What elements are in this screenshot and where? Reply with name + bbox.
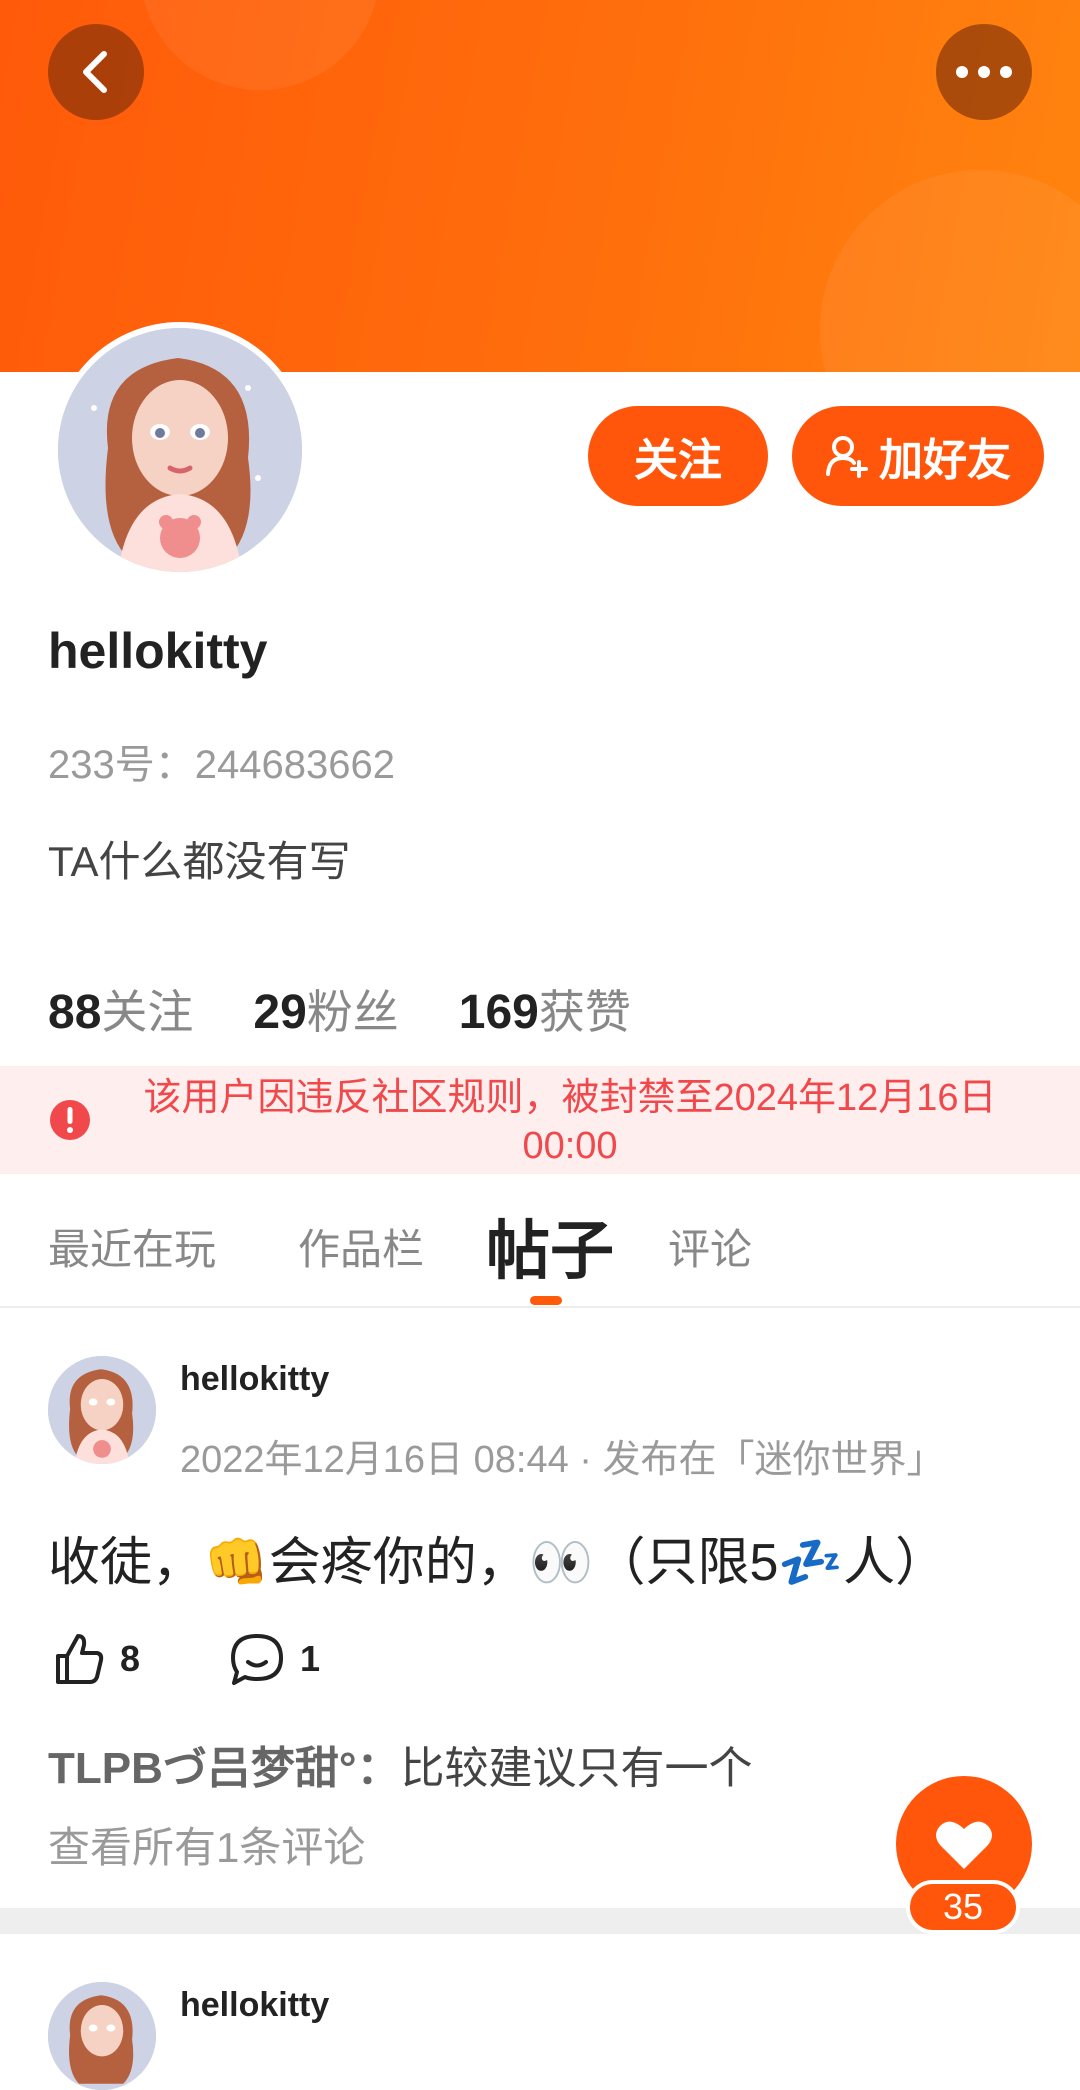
stat-value: 29: [253, 986, 307, 1039]
post-comment-button[interactable]: 1: [228, 1632, 320, 1686]
profile-id-value: 244683662: [194, 743, 395, 787]
profile-avatar[interactable]: [52, 322, 308, 578]
add-user-icon: [826, 436, 868, 478]
post-meta: 2022年12月16日 08:44 · 发布在「迷你世界」: [180, 1439, 945, 1481]
profile-username: hellokitty: [48, 623, 268, 679]
profile-id-label: 233号：: [48, 743, 195, 787]
stat-label: 获赞: [538, 986, 631, 1038]
top-comment[interactable]: TLPBづ吕梦甜°：比较建议只有一个: [48, 1732, 752, 1796]
post-author-avatar[interactable]: [48, 1356, 156, 1464]
thumbs-up-icon: [56, 1634, 104, 1684]
post-like-count: 8: [120, 1638, 141, 1679]
post-author-name[interactable]: hellokitty: [180, 1360, 329, 1399]
heart-icon: [936, 1821, 992, 1869]
comment-bubble-icon: [231, 1634, 283, 1685]
stat-likes[interactable]: 169 获赞: [459, 976, 631, 1042]
stat-label: 粉丝: [306, 986, 399, 1038]
ban-notice: 该用户因违反社区规则，被封禁至2024年12月16日 00:00: [0, 1066, 1080, 1174]
top-comment-author: TLPBづ吕梦甜°：: [48, 1744, 401, 1793]
avatar-illustration: [48, 1356, 156, 1464]
header-banner: [0, 0, 1080, 372]
top-comment-text: 比较建议只有一个: [400, 1744, 753, 1793]
post-comment-count: 1: [300, 1638, 321, 1679]
stat-followers[interactable]: 29 粉丝: [253, 976, 398, 1042]
post-author-name[interactable]: hellokitty: [180, 1986, 329, 2025]
ban-notice-text: 该用户因违反社区规则，被封禁至2024年12月16日 00:00: [143, 1077, 997, 1167]
add-friend-label: 加好友: [879, 436, 1011, 485]
more-options-button[interactable]: [936, 24, 1032, 120]
post-content[interactable]: 收徒，👊会疼你的，👀（只限5💤人）: [48, 1520, 947, 1595]
profile-bio: TA什么都没有写: [48, 838, 351, 885]
stat-label: 关注: [101, 986, 194, 1038]
tab-comments[interactable]: 评论: [668, 1216, 752, 1277]
tab-posts[interactable]: 帖子: [486, 1200, 614, 1292]
stat-value: 169: [458, 986, 539, 1039]
avatar-illustration: [48, 1982, 156, 2090]
post-like-button[interactable]: 8: [52, 1632, 140, 1686]
profile-stats: 88 关注 29 粉丝 169 获赞: [48, 976, 691, 1042]
follow-label: 关注: [634, 436, 722, 485]
view-all-comments-link[interactable]: 查看所有1条评论: [48, 1814, 365, 1875]
chevron-left-icon: [83, 51, 107, 93]
profile-id: 233号：244683662: [48, 732, 395, 790]
tab-recently-played[interactable]: 最近在玩: [48, 1216, 216, 1277]
follow-button[interactable]: 关注: [588, 406, 768, 506]
stat-following[interactable]: 88 关注: [48, 976, 193, 1042]
warning-icon: [50, 1100, 90, 1140]
back-button[interactable]: [48, 24, 144, 120]
avatar-illustration: [58, 328, 302, 572]
post-author-avatar[interactable]: [48, 1982, 156, 2090]
tab-works[interactable]: 作品栏: [298, 1216, 424, 1277]
stat-value: 88: [48, 986, 102, 1039]
active-tab-indicator: [530, 1296, 562, 1305]
floating-like-count: 35: [906, 1880, 1020, 1934]
add-friend-button[interactable]: 加好友: [792, 406, 1044, 506]
profile-tabs: 最近在玩 作品栏 帖子 评论: [0, 1196, 1080, 1308]
tabs-divider: [0, 1306, 1080, 1308]
more-dots-icon: [956, 66, 1012, 78]
